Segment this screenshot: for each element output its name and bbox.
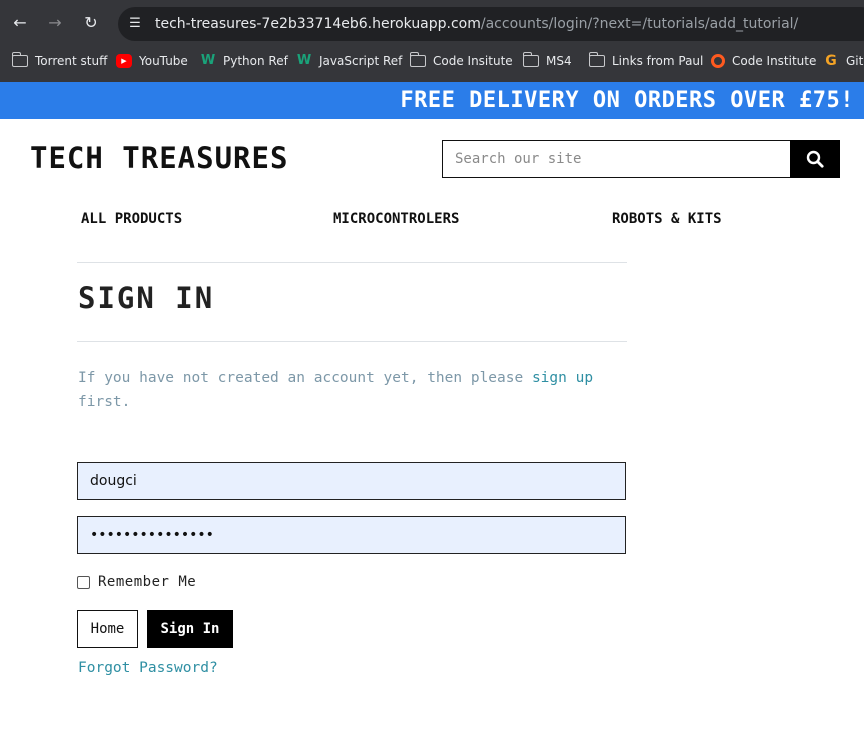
address-row: ← → ↻ ☰ tech-treasures-7e2b33714eb6.hero… [0, 0, 864, 46]
search-input[interactable] [442, 140, 791, 178]
bookmark-code-insitute[interactable]: Code Insitute [409, 50, 513, 72]
signup-link[interactable]: sign up [532, 370, 593, 386]
bookmark-gitpod[interactable]: G Gitp [823, 50, 864, 72]
bookmark-label: Python Ref [223, 54, 288, 68]
bookmark-label: Links from Paul [612, 54, 704, 68]
folder-icon [522, 52, 539, 67]
remember-me-checkbox[interactable] [77, 575, 90, 589]
password-field[interactable] [77, 516, 626, 554]
username-field[interactable] [77, 462, 626, 500]
bookmark-youtube[interactable]: ▶ YouTube [116, 50, 188, 72]
bookmarks-bar: Torrent stuff ▶ YouTube W Python Ref W Java… [0, 50, 864, 72]
search-icon [806, 150, 824, 168]
gitpod-icon: G [825, 53, 837, 69]
remember-me[interactable]: Remember Me [77, 572, 196, 592]
w3schools-icon: W [200, 53, 216, 68]
bookmark-code-institute[interactable]: Code Institute [711, 50, 816, 72]
youtube-icon: ▶ [116, 54, 132, 68]
folder-icon [588, 52, 605, 67]
url-text[interactable]: tech-treasures-7e2b33714eb6.herokuapp.co… [155, 14, 798, 34]
bookmark-label: Torrent stuff [35, 54, 108, 68]
forgot-password-link[interactable]: Forgot Password? [78, 658, 218, 678]
divider [77, 262, 627, 263]
bookmark-label: JavaScript Ref [319, 54, 403, 68]
url-path: /accounts/login/?next=/tutorials/add_tut… [480, 16, 799, 32]
bookmark-python-ref[interactable]: W Python Ref [200, 50, 288, 72]
bookmark-ms4[interactable]: MS4 [522, 50, 572, 72]
w3schools-icon: W [296, 53, 312, 68]
bookmark-label: Gitp [846, 54, 864, 68]
bookmark-label: Code Institute [732, 54, 817, 68]
signup-prompt: If you have not created an account yet, … [78, 366, 618, 414]
bookmark-label: Code Insitute [433, 54, 513, 68]
bookmark-label: MS4 [546, 54, 572, 68]
divider [77, 341, 627, 342]
bookmark-javascript-ref[interactable]: W JavaScript Ref [296, 50, 403, 72]
home-button[interactable]: Home [77, 610, 138, 648]
forward-arrow-icon[interactable]: → [45, 13, 65, 33]
bookmark-label: YouTube [139, 54, 188, 68]
nav-all-products[interactable]: ALL PRODUCTS [81, 210, 182, 228]
delivery-banner: FREE DELIVERY ON ORDERS OVER £75! [0, 82, 864, 119]
code-institute-icon [711, 54, 725, 68]
signup-prompt-text-end: first. [78, 394, 131, 410]
signup-prompt-text: If you have not created an account yet, … [78, 370, 532, 386]
remember-me-label[interactable]: Remember Me [98, 574, 196, 590]
site-logo[interactable]: TECH TREASURES [30, 140, 288, 176]
back-arrow-icon[interactable]: ← [10, 13, 30, 33]
bookmark-links-from-paul[interactable]: Links from Paul [588, 50, 704, 72]
reload-icon[interactable]: ↻ [81, 13, 101, 33]
delivery-banner-text: FREE DELIVERY ON ORDERS OVER £75! [400, 88, 854, 113]
bookmark-torrent-stuff[interactable]: Torrent stuff [11, 50, 108, 72]
page-title: SIGN IN [78, 281, 215, 315]
browser-toolbar: ← → ↻ ☰ tech-treasures-7e2b33714eb6.hero… [0, 0, 864, 82]
nav-microcontrolers[interactable]: MICROCONTROLERS [333, 210, 459, 228]
search-button[interactable] [790, 140, 840, 178]
sign-in-button[interactable]: Sign In [147, 610, 233, 648]
url-host: tech-treasures-7e2b33714eb6.herokuapp.co… [155, 16, 481, 32]
site-settings-icon[interactable]: ☰ [125, 14, 145, 34]
nav-robots-kits[interactable]: ROBOTS & KITS [612, 210, 722, 228]
folder-icon [11, 52, 28, 67]
folder-icon [409, 52, 426, 67]
